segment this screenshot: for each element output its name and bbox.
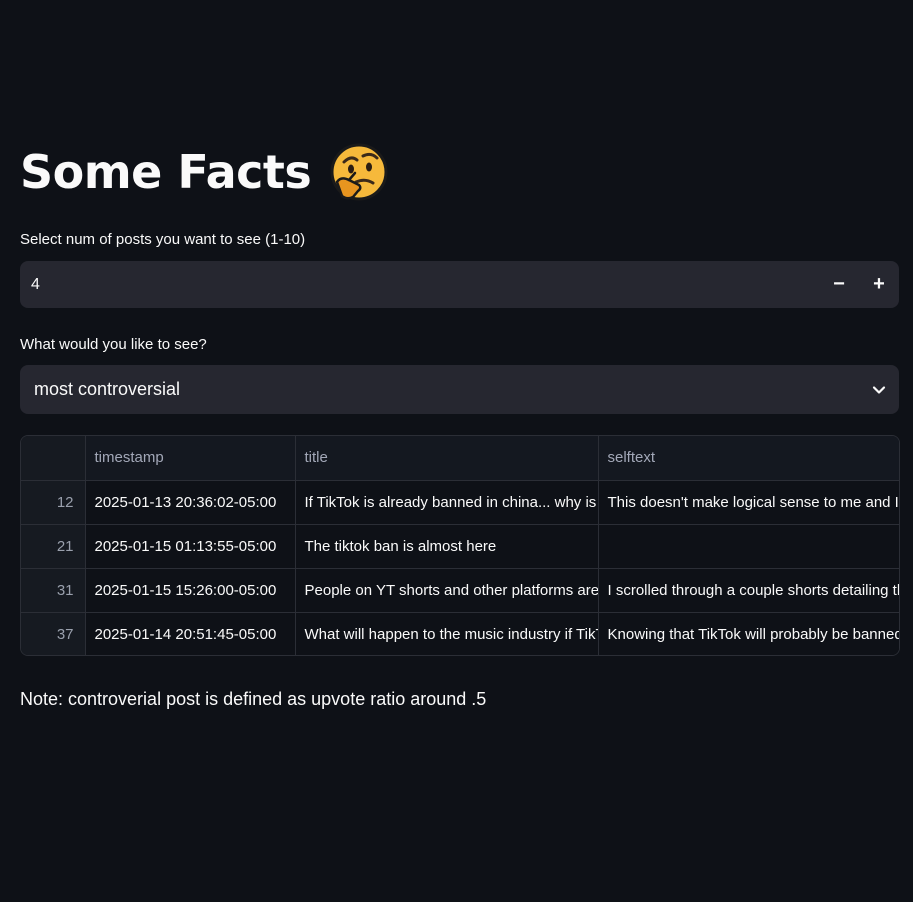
title-cell[interactable]: The tiktok ban is almost here <box>295 524 599 569</box>
index-column-header[interactable] <box>21 436 86 481</box>
table-row[interactable]: 31 2025-01-15 15:26:00-05:00 People on Y… <box>21 568 899 613</box>
table-header-row: timestamp title selftext <box>21 436 899 481</box>
selftext-cell[interactable]: This doesn't make logical sense to me an… <box>598 480 899 525</box>
view-select-value: most controversial <box>34 379 181 399</box>
selftext-column-header[interactable]: selftext <box>598 436 899 481</box>
title-row: Some Facts <box>20 140 389 204</box>
title-cell[interactable]: People on YT shorts and other platforms … <box>295 568 599 613</box>
decrement-button[interactable]: − <box>819 261 859 308</box>
num-posts-value[interactable]: 4 <box>20 276 819 294</box>
num-posts-input[interactable]: 4 − + <box>20 261 899 308</box>
app-page: Some Facts Select num of posts you want … <box>0 0 913 902</box>
row-index: 12 <box>21 480 86 525</box>
thinking-face-emoji-icon <box>330 143 388 201</box>
title-cell[interactable]: What will happen to the music industry i… <box>295 612 599 655</box>
controversial-note: Note: controverial post is defined as up… <box>20 689 487 709</box>
increment-button[interactable]: + <box>859 261 899 308</box>
row-index: 37 <box>21 612 86 655</box>
selftext-cell[interactable]: Knowing that TikTok will probably be ban… <box>598 612 899 655</box>
title-cell[interactable]: If TikTok is already banned in china... … <box>295 480 599 525</box>
selftext-cell[interactable]: I scrolled through a couple shorts detai… <box>598 568 899 613</box>
table-row[interactable]: 37 2025-01-14 20:51:45-05:00 What will h… <box>21 612 899 655</box>
posts-table[interactable]: timestamp title selftext 12 2025-01-13 2… <box>20 435 900 656</box>
title-column-header[interactable]: title <box>295 436 599 481</box>
timestamp-cell[interactable]: 2025-01-14 20:51:45-05:00 <box>85 612 296 655</box>
timestamp-column-header[interactable]: timestamp <box>85 436 296 481</box>
num-posts-label: Select num of posts you want to see (1-1… <box>20 231 306 248</box>
selftext-cell[interactable] <box>598 524 899 569</box>
table-row[interactable]: 21 2025-01-15 01:13:55-05:00 The tiktok … <box>21 524 899 569</box>
row-index: 21 <box>21 524 86 569</box>
page-title: Some Facts <box>20 145 312 199</box>
chevron-down-icon[interactable] <box>859 382 899 398</box>
timestamp-cell[interactable]: 2025-01-15 15:26:00-05:00 <box>85 568 296 613</box>
timestamp-cell[interactable]: 2025-01-15 01:13:55-05:00 <box>85 524 296 569</box>
timestamp-cell[interactable]: 2025-01-13 20:36:02-05:00 <box>85 480 296 525</box>
view-select-label: What would you like to see? <box>20 336 207 353</box>
table-row[interactable]: 12 2025-01-13 20:36:02-05:00 If TikTok i… <box>21 480 899 525</box>
view-select-dropdown[interactable]: most controversial <box>20 365 899 414</box>
row-index: 31 <box>21 568 86 613</box>
